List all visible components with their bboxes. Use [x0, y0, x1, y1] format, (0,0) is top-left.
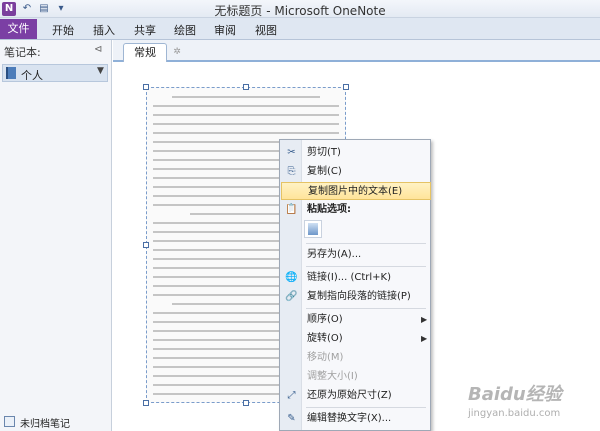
ribbon-tab-row: 文件 开始 插入 共享 绘图 审阅 视图: [0, 18, 600, 40]
resize-handle[interactable]: [243, 84, 249, 90]
watermark-url: jingyan.baidu.com: [468, 408, 561, 419]
tab-review[interactable]: 审阅: [214, 22, 236, 38]
restore-size-icon: ⤢: [287, 390, 296, 401]
tab-home[interactable]: 开始: [52, 22, 74, 38]
notebook-item-personal[interactable]: 个人 ▼: [2, 64, 108, 82]
copy-icon: ⎘: [287, 166, 296, 177]
menu-item-resize: 调整大小(I): [307, 371, 358, 382]
scissors-icon: ✂: [287, 147, 296, 158]
menu-item-cut[interactable]: ✂ 剪切(T): [281, 144, 431, 162]
paste-icon: 📋: [285, 204, 298, 215]
watermark-logo: Baidu经验: [468, 384, 562, 405]
section-tab-bar: 常规 ✲: [113, 40, 600, 62]
menu-item-restore-original-size[interactable]: ⤢ 还原为原始尺寸(Z): [281, 387, 431, 405]
window-title: 无标题页 - Microsoft OneNote: [214, 4, 386, 18]
link-icon: 🌐: [285, 272, 298, 283]
menu-item-save-as[interactable]: 另存为(A)...: [281, 246, 431, 264]
paste-picture-option[interactable]: [304, 220, 322, 238]
alt-text-icon: ✎: [287, 413, 296, 424]
tab-share[interactable]: 共享: [134, 22, 156, 38]
resize-handle[interactable]: [343, 84, 349, 90]
resize-handle[interactable]: [143, 84, 149, 90]
context-menu: ✂ 剪切(T) ⎘ 复制(C) 复制图片中的文本(E) 📋 粘贴选项: 另存为(…: [279, 139, 431, 431]
unfiled-notes[interactable]: 未归档笔记: [2, 415, 108, 430]
menu-item-copy-paragraph-link[interactable]: 🔗 复制指向段落的链接(P): [281, 288, 431, 306]
tab-insert[interactable]: 插入: [93, 22, 115, 38]
file-tab[interactable]: 文件: [0, 19, 37, 39]
title-bar: N ↶ ▤ ▾ 无标题页 - Microsoft OneNote: [0, 0, 600, 18]
tab-draw[interactable]: 绘图: [174, 22, 196, 38]
menu-item-edit-alt-text[interactable]: ✎ 编辑替换文字(X)...: [281, 410, 431, 428]
menu-item-copy[interactable]: ⎘ 复制(C): [281, 163, 431, 181]
menu-item-rotate[interactable]: 旋转(O) ▶: [281, 330, 431, 348]
paragraph-link-icon: 🔗: [285, 291, 298, 302]
new-section-icon[interactable]: ✲: [171, 46, 183, 58]
chevron-down-icon[interactable]: ▼: [97, 66, 104, 76]
submenu-arrow-icon: ▶: [421, 334, 428, 343]
menu-item-copy-text-from-picture[interactable]: 复制图片中的文本(E): [281, 182, 431, 200]
menu-item-paste-options: 📋 粘贴选项:: [285, 204, 351, 215]
unfiled-notes-icon: [4, 416, 15, 427]
menu-item-move: 移动(M): [307, 352, 344, 363]
pin-icon[interactable]: ⊲: [94, 44, 102, 55]
menu-item-link[interactable]: 🌐 链接(I)... (Ctrl+K): [281, 269, 431, 287]
notebook-label: 个人: [21, 69, 43, 82]
resize-handle[interactable]: [143, 242, 149, 248]
resize-handle[interactable]: [243, 400, 249, 406]
notebook-icon: [6, 67, 16, 79]
watermark: Baidu经验 jingyan.baidu.com: [468, 380, 598, 428]
unfiled-notes-label: 未归档笔记: [20, 419, 70, 430]
submenu-arrow-icon: ▶: [421, 315, 428, 324]
notebook-header: 笔记本:: [4, 46, 41, 59]
resize-handle[interactable]: [143, 400, 149, 406]
tab-view[interactable]: 视图: [255, 22, 277, 38]
section-tab-general[interactable]: 常规: [123, 43, 167, 62]
notebook-pane: 笔记本: ⊲ 个人 ▼ 未归档笔记: [0, 40, 112, 431]
menu-item-order[interactable]: 顺序(O) ▶: [281, 311, 431, 329]
